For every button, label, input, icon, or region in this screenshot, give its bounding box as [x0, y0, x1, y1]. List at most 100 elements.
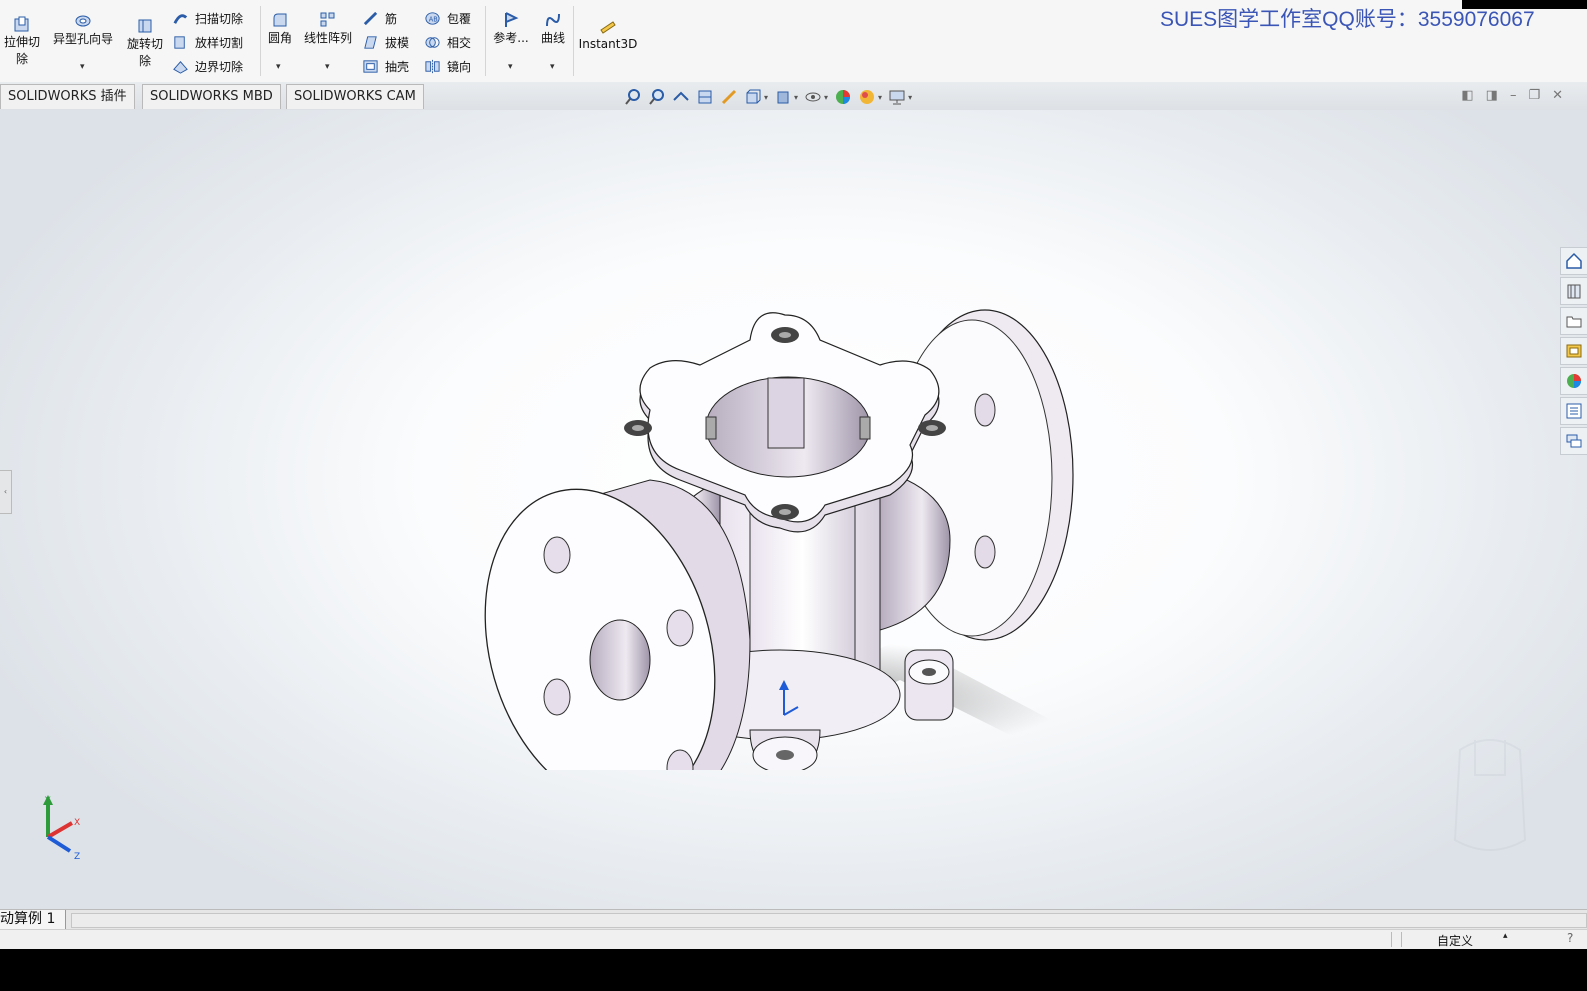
tab-solidworks-cam[interactable]: SOLIDWORKS CAM [286, 84, 424, 109]
revolve-cut-button[interactable]: 旋转切 除 [123, 10, 167, 70]
fillet-dropdown[interactable]: ▾ [276, 62, 281, 72]
tile-left-button[interactable]: ◧ [1461, 88, 1473, 103]
section-view-icon[interactable] [696, 88, 714, 106]
valve-body-3d-model[interactable] [480, 210, 1100, 770]
hide-show-items-icon[interactable] [804, 88, 822, 106]
linear-pattern-button[interactable]: 线性阵列 [300, 0, 356, 47]
rib-button[interactable]: 筋 [362, 8, 397, 28]
display-style-dropdown[interactable]: ▾ [794, 93, 798, 102]
task-pane-home[interactable] [1560, 247, 1587, 275]
triad-z-label: Z [74, 852, 80, 862]
heads-up-view-toolbar: ▾ ▾ ▾ ▾ ▾ [624, 87, 912, 107]
appearances-icon [1567, 374, 1581, 388]
graphics-area[interactable]: ‹ Y X Z [0, 110, 1587, 909]
minimize-button[interactable]: – [1510, 88, 1517, 103]
ribbon-separator [573, 6, 574, 76]
linear-pattern-icon [320, 12, 335, 27]
wrap-label: 包覆 [447, 11, 472, 26]
shell-button[interactable]: 抽壳 [362, 56, 409, 76]
hole-wizard-label: 异型孔向导 [52, 32, 113, 46]
reference-geometry-button[interactable]: 参考... [490, 0, 532, 47]
model-tab-bar: 动算例 1 [0, 909, 1587, 930]
fillet-label: 圆角 [267, 31, 292, 45]
reference-geometry-icon [505, 12, 519, 27]
ribbon-separator [260, 6, 261, 76]
reference-triad: Y X Z [43, 795, 80, 862]
overlay-bar [1462, 0, 1587, 9]
instant3d-button[interactable]: Instant3D [578, 6, 638, 53]
tab-solidworks-addins[interactable]: SOLIDWORKS 插件 [0, 84, 135, 109]
feature-tree-collapse-handle[interactable]: ‹ [0, 470, 12, 514]
hole-wizard-dropdown[interactable]: ▾ [80, 62, 85, 72]
view-orientation-dropdown[interactable]: ▾ [764, 93, 768, 102]
rib-label: 筋 [385, 11, 398, 26]
task-pane-view-palette[interactable] [1560, 337, 1587, 365]
zoom-to-area-icon[interactable] [648, 88, 666, 106]
view-settings-icon[interactable] [888, 88, 906, 106]
help-icon[interactable]: ? [1567, 931, 1573, 945]
fillet-icon [273, 13, 287, 27]
revolve-cut-label: 旋转切 除 [126, 37, 163, 68]
scene-dropdown[interactable]: ▾ [878, 93, 882, 102]
hole-wizard-icon [75, 15, 91, 27]
design-library-icon [1567, 284, 1581, 299]
swept-cut-button[interactable]: 扫描切除 [172, 8, 243, 28]
status-separator [1391, 932, 1392, 947]
tab-scrollbar[interactable] [71, 913, 1587, 928]
curves-button[interactable]: 曲线 [536, 0, 570, 47]
hide-show-dropdown[interactable]: ▾ [824, 93, 828, 102]
display-style-icon[interactable] [774, 88, 792, 106]
lofted-cut-button[interactable]: 放样切割 [172, 32, 243, 52]
boundary-cut-icon [173, 60, 188, 74]
view-settings-dropdown[interactable]: ▾ [908, 93, 912, 102]
view-orientation-icon[interactable] [744, 88, 762, 106]
intersect-label: 相交 [447, 35, 472, 50]
view-cube-ghost [1453, 739, 1527, 851]
triad-y-label: Y [44, 796, 51, 806]
restore-button[interactable]: ❐ [1528, 88, 1540, 103]
task-pane-appearances[interactable] [1560, 367, 1587, 395]
apply-scene-icon[interactable] [858, 88, 876, 106]
tab-motion-study-1[interactable]: 动算例 1 [0, 910, 67, 929]
wrap-button[interactable]: AB 包覆 [424, 8, 471, 28]
command-manager-ribbon: 拉伸切 除 异型孔向导 ▾ 旋转切 除 扫描切除 放样切割 边界切除 圆角 ▾ … [0, 0, 1587, 83]
edit-appearance-icon[interactable] [834, 88, 852, 106]
tab-solidworks-mbd[interactable]: SOLIDWORKS MBD [142, 84, 281, 109]
view-palette-icon [1566, 344, 1582, 358]
intersect-button[interactable]: 相交 [424, 32, 471, 52]
draft-button[interactable]: 拔模 [362, 32, 409, 52]
fillet-button[interactable]: 圆角 [263, 0, 297, 47]
extrude-cut-button[interactable]: 拉伸切 除 [2, 4, 42, 68]
custom-properties-icon [1566, 403, 1582, 419]
home-icon [1566, 252, 1582, 269]
units-system-selector[interactable]: 自定义 [1437, 932, 1473, 949]
zoom-to-fit-icon[interactable] [624, 88, 642, 106]
mirror-icon [425, 59, 440, 73]
hole-wizard-button[interactable]: 异型孔向导 [48, 4, 118, 48]
linear-pattern-dropdown[interactable]: ▾ [325, 62, 330, 72]
close-button[interactable]: ✕ [1552, 88, 1563, 103]
curves-icon [546, 13, 560, 27]
curves-dropdown[interactable]: ▾ [550, 62, 555, 72]
folder-icon [1566, 316, 1582, 328]
tile-right-button[interactable]: ◨ [1486, 88, 1498, 103]
curves-label: 曲线 [540, 31, 565, 45]
shell-icon [363, 59, 378, 73]
mirror-label: 镜向 [447, 59, 472, 74]
dynamic-annotation-icon[interactable] [720, 88, 738, 106]
task-pane-forum[interactable] [1560, 427, 1587, 455]
document-window-controls: ◧ ◨ – ❐ ✕ [1461, 88, 1563, 103]
task-pane-file-explorer[interactable] [1560, 307, 1587, 335]
mirror-button[interactable]: 镜向 [424, 56, 471, 76]
previous-view-icon[interactable] [672, 88, 690, 106]
task-pane-resources[interactable] [1560, 277, 1587, 305]
instant3d-label: Instant3D [578, 37, 638, 51]
linear-pattern-label: 线性阵列 [303, 31, 352, 45]
task-pane-tabs [1557, 246, 1587, 456]
swept-cut-icon [173, 13, 188, 24]
units-caret-icon[interactable]: ▴ [1503, 931, 1508, 941]
reference-dropdown[interactable]: ▾ [508, 62, 513, 72]
shell-label: 抽壳 [385, 59, 410, 74]
task-pane-custom-properties[interactable] [1560, 397, 1587, 425]
boundary-cut-button[interactable]: 边界切除 [172, 56, 243, 76]
